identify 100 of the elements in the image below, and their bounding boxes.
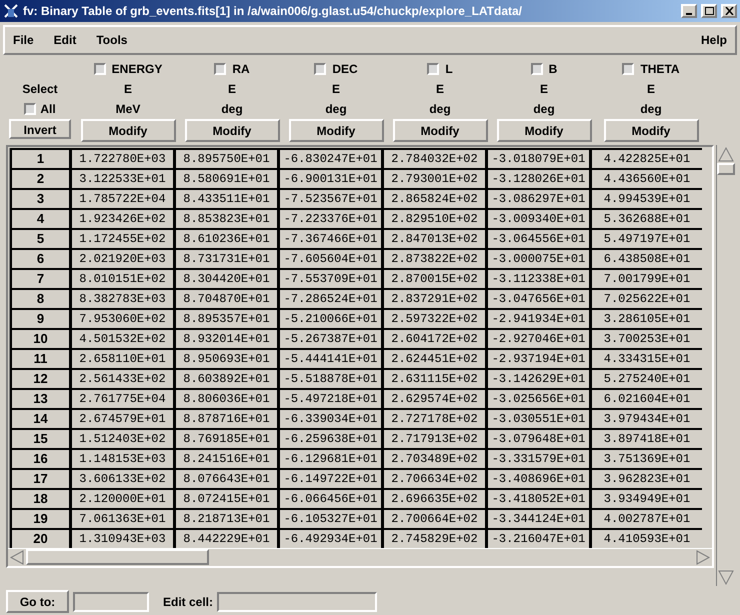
table-cell[interactable]: -5.497218E+01: [280, 390, 381, 408]
row-number[interactable]: 9: [12, 310, 69, 328]
table-cell[interactable]: -3.216047E+01: [488, 530, 589, 548]
table-cell[interactable]: -7.367466E+01: [280, 230, 381, 248]
table-cell[interactable]: -3.079648E+01: [488, 430, 589, 448]
table-cell[interactable]: 8.304420E+01: [176, 270, 277, 288]
checkbox[interactable]: [24, 103, 36, 115]
table-cell[interactable]: 2.873822E+02: [384, 250, 485, 268]
row-number[interactable]: 14: [12, 410, 69, 428]
go-to-field[interactable]: [73, 592, 149, 612]
table-cell[interactable]: -3.030551E+01: [488, 410, 589, 428]
modify-button[interactable]: Modify: [604, 119, 698, 142]
table-cell[interactable]: -3.000075E+01: [488, 250, 589, 268]
table-cell[interactable]: 3.979434E+01: [592, 410, 702, 428]
table-cell[interactable]: -6.149722E+01: [280, 470, 381, 488]
table-cell[interactable]: 4.994539E+01: [592, 190, 702, 208]
row-number[interactable]: 7: [12, 270, 69, 288]
table-cell[interactable]: 2.847013E+02: [384, 230, 485, 248]
table-cell[interactable]: 5.497197E+01: [592, 230, 702, 248]
table-cell[interactable]: -7.553709E+01: [280, 270, 381, 288]
table-cell[interactable]: -3.018079E+01: [488, 150, 589, 168]
table-cell[interactable]: 7.953060E+02: [72, 310, 173, 328]
go-to-button[interactable]: Go to:: [6, 590, 69, 613]
table-cell[interactable]: 8.895357E+01: [176, 310, 277, 328]
table-cell[interactable]: -7.223376E+01: [280, 210, 381, 228]
table-cell[interactable]: 2.561433E+02: [72, 370, 173, 388]
table-cell[interactable]: -3.064556E+01: [488, 230, 589, 248]
table-cell[interactable]: -6.339034E+01: [280, 410, 381, 428]
table-cell[interactable]: -3.408696E+01: [488, 470, 589, 488]
table-cell[interactable]: -6.492934E+01: [280, 530, 381, 548]
table-cell[interactable]: 1.512403E+02: [72, 430, 173, 448]
table-cell[interactable]: 8.433511E+01: [176, 190, 277, 208]
table-cell[interactable]: 4.410593E+01: [592, 530, 702, 548]
table-cell[interactable]: -3.025656E+01: [488, 390, 589, 408]
invert-button[interactable]: Invert: [9, 119, 71, 139]
table-cell[interactable]: 2.727178E+02: [384, 410, 485, 428]
table-cell[interactable]: -7.605604E+01: [280, 250, 381, 268]
row-number[interactable]: 6: [12, 250, 69, 268]
row-number[interactable]: 10: [12, 330, 69, 348]
table-cell[interactable]: 3.897418E+01: [592, 430, 702, 448]
table-cell[interactable]: 8.580691E+01: [176, 170, 277, 188]
table-cell[interactable]: 4.436560E+01: [592, 170, 702, 188]
table-cell[interactable]: 4.501532E+02: [72, 330, 173, 348]
checkbox[interactable]: [427, 63, 440, 75]
table-cell[interactable]: 1.722780E+03: [72, 150, 173, 168]
menu-item[interactable]: File: [13, 31, 34, 49]
table-cell[interactable]: 5.362688E+01: [592, 210, 702, 228]
table-cell[interactable]: -3.086297E+01: [488, 190, 589, 208]
table-cell[interactable]: 8.241516E+01: [176, 450, 277, 468]
close-icon[interactable]: [721, 4, 737, 18]
row-number[interactable]: 13: [12, 390, 69, 408]
modify-button[interactable]: Modify: [80, 119, 176, 142]
row-number[interactable]: 3: [12, 190, 69, 208]
table-cell[interactable]: -6.105327E+01: [280, 510, 381, 528]
table-cell[interactable]: 2.703489E+02: [384, 450, 485, 468]
scroll-down-icon[interactable]: [717, 568, 735, 586]
table-cell[interactable]: 8.731731E+01: [176, 250, 277, 268]
edit-cell-field[interactable]: [217, 592, 378, 612]
table-cell[interactable]: -2.941934E+01: [488, 310, 589, 328]
table-cell[interactable]: 2.629574E+02: [384, 390, 485, 408]
table-cell[interactable]: -3.331579E+01: [488, 450, 589, 468]
scroll-up-icon[interactable]: [717, 145, 735, 163]
table-cell[interactable]: 8.704870E+01: [176, 290, 277, 308]
table-cell[interactable]: -6.830247E+01: [280, 150, 381, 168]
table-cell[interactable]: 2.717913E+02: [384, 430, 485, 448]
table-cell[interactable]: 1.172455E+02: [72, 230, 173, 248]
table-cell[interactable]: 8.072415E+01: [176, 490, 277, 508]
table-cell[interactable]: -2.937194E+01: [488, 350, 589, 368]
table-cell[interactable]: 7.061363E+01: [72, 510, 173, 528]
row-number[interactable]: 1: [12, 150, 69, 168]
row-number[interactable]: 11: [12, 350, 69, 368]
table-cell[interactable]: 1.923426E+02: [72, 210, 173, 228]
row-number[interactable]: 8: [12, 290, 69, 308]
table-cell[interactable]: -3.418052E+01: [488, 490, 589, 508]
scrollbar-thumb[interactable]: [26, 549, 209, 565]
checkbox[interactable]: [622, 63, 634, 75]
modify-button[interactable]: Modify: [496, 119, 592, 142]
table-cell[interactable]: 5.275240E+01: [592, 370, 702, 388]
table-cell[interactable]: 8.442229E+01: [176, 530, 277, 548]
table-cell[interactable]: 2.597322E+02: [384, 310, 485, 328]
table-cell[interactable]: -3.142629E+01: [488, 370, 589, 388]
table-cell[interactable]: 8.603892E+01: [176, 370, 277, 388]
table-cell[interactable]: -6.900131E+01: [280, 170, 381, 188]
table-cell[interactable]: 8.076643E+01: [176, 470, 277, 488]
table-cell[interactable]: 4.002787E+01: [592, 510, 702, 528]
row-number[interactable]: 18: [12, 490, 69, 508]
table-cell[interactable]: 2.674579E+01: [72, 410, 173, 428]
table-cell[interactable]: 2.837291E+02: [384, 290, 485, 308]
table-cell[interactable]: 8.010151E+02: [72, 270, 173, 288]
table-cell[interactable]: 6.021604E+01: [592, 390, 702, 408]
table-cell[interactable]: -3.047656E+01: [488, 290, 589, 308]
checkbox[interactable]: [314, 63, 326, 75]
table-cell[interactable]: 7.001799E+01: [592, 270, 702, 288]
table-cell[interactable]: 2.120000E+01: [72, 490, 173, 508]
table-cell[interactable]: 3.700253E+01: [592, 330, 702, 348]
table-cell[interactable]: 2.761775E+04: [72, 390, 173, 408]
table-cell[interactable]: 2.696635E+02: [384, 490, 485, 508]
table-cell[interactable]: -2.927046E+01: [488, 330, 589, 348]
row-number[interactable]: 20: [12, 530, 69, 548]
table-cell[interactable]: 2.745829E+02: [384, 530, 485, 548]
